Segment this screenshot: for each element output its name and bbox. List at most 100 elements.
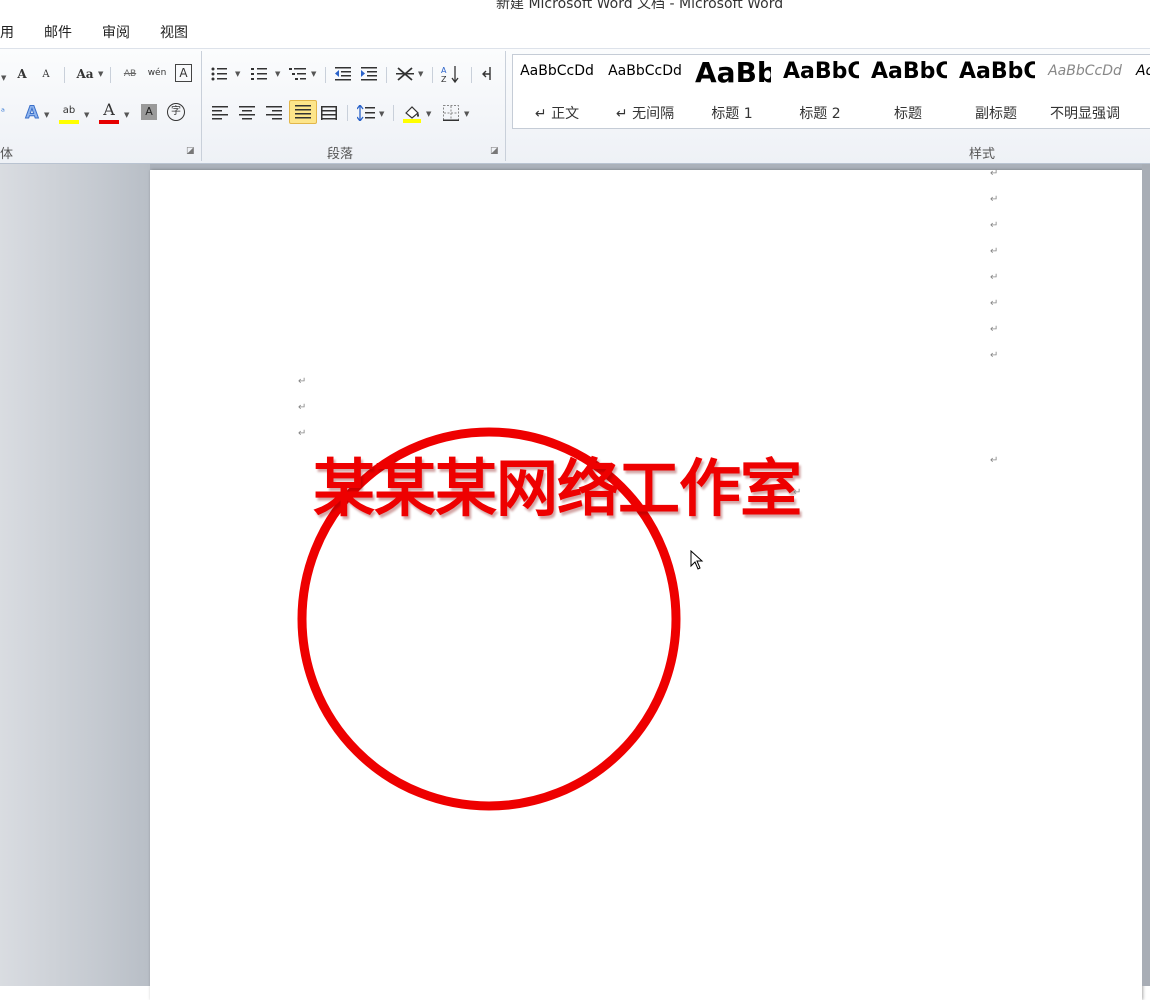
style-preview: AaBb (695, 56, 771, 89)
chinese-layout-dropdown-arrow[interactable]: ▼ (418, 70, 423, 78)
separator (471, 67, 472, 83)
separator (110, 67, 111, 83)
text-effect-button[interactable]: A (22, 103, 42, 124)
borders-dropdown-arrow[interactable]: ▼ (464, 110, 469, 118)
style-name: ↵ 无间隔 (615, 106, 675, 122)
styles-gallery: AaBbCcDd ↵ 正文 AaBbCcDd ↵ 无间隔 AaBb 标题 1 A… (512, 54, 1150, 129)
shrink-font-button[interactable]: A (38, 65, 54, 85)
increase-indent-icon[interactable] (361, 67, 377, 81)
align-center-icon[interactable] (239, 106, 255, 120)
paragraph-mark: ↵ (793, 487, 802, 498)
chinese-layout-icon[interactable] (396, 66, 414, 82)
bullets-icon[interactable] (211, 67, 227, 81)
enclose-char-button[interactable]: 字 (167, 103, 185, 121)
paragraph-mark: ↵ (990, 246, 999, 257)
right-edge (1142, 164, 1150, 986)
separator (393, 105, 394, 121)
style-normal[interactable]: AaBbCcDd ↵ 正文 (513, 55, 601, 128)
style-preview: AaBbCcDd (608, 63, 682, 79)
style-name: 标题 2 (799, 106, 841, 122)
paragraph-mark: ↵ (990, 272, 999, 283)
text-effect-dropdown-arrow[interactable]: ▼ (44, 111, 49, 119)
styles-group-label: 样式 (969, 147, 996, 162)
title-bar: 新建 Microsoft Word 文档 - Microsoft Word (0, 0, 1150, 12)
separator (347, 105, 348, 121)
style-subtle-emphasis[interactable]: AaBbCcDd 不明显强调 (1041, 55, 1129, 128)
tab-references[interactable]: 用 (0, 22, 14, 42)
show-marks-icon[interactable] (481, 66, 495, 82)
style-heading-2[interactable]: AaBbC 标题 2 (781, 55, 859, 128)
font-color-button[interactable]: A (98, 100, 120, 120)
style-heading-1[interactable]: AaBb 标题 1 (693, 55, 771, 128)
paragraph-mark: ↵ (298, 376, 307, 387)
paragraph-mark: ↵ (990, 324, 999, 335)
style-name: 副标题 (975, 106, 1017, 122)
tab-review[interactable]: 审阅 (102, 22, 130, 42)
style-title[interactable]: AaBbC 标题 (869, 55, 947, 128)
highlight-dropdown-arrow[interactable]: ▼ (84, 111, 89, 119)
document-page[interactable]: ↵ ↵ ↵ ↵ ↵ ↵ ↵ ↵ ↵ ↵ ↵ ↵ 某某某网络工作室 ↵ (150, 168, 1142, 1000)
partial-icon[interactable]: ᵃ (0, 103, 6, 123)
tab-view[interactable]: 视图 (160, 22, 188, 42)
multilevel-dropdown-arrow[interactable]: ▼ (311, 70, 316, 78)
highlight-button[interactable]: ab (58, 101, 80, 121)
line-spacing-icon[interactable] (357, 105, 375, 121)
mouse-cursor-icon (690, 550, 704, 570)
align-right-icon[interactable] (266, 106, 282, 120)
paragraph-dialog-launcher[interactable]: ◪ (490, 146, 499, 156)
line-spacing-dropdown-arrow[interactable]: ▼ (379, 110, 384, 118)
separator (386, 67, 387, 83)
style-preview: AaBbC (959, 59, 1035, 84)
style-name: 标题 1 (711, 106, 753, 122)
style-subtitle[interactable]: AaBbC 副标题 (957, 55, 1035, 128)
shading-dropdown-arrow[interactable]: ▼ (426, 110, 431, 118)
multilevel-list-icon[interactable] (289, 67, 307, 82)
style-preview: AaBbC (783, 59, 859, 84)
char-border-button[interactable]: A (175, 64, 192, 82)
numbering-dropdown-arrow[interactable]: ▼ (275, 70, 280, 78)
stamp-text[interactable]: 某某某网络工作室 (313, 438, 802, 528)
change-case-dropdown-arrow[interactable]: ▼ (98, 70, 103, 78)
font-color-dropdown-arrow[interactable]: ▼ (124, 111, 129, 119)
sort-icon[interactable]: A Z (441, 64, 461, 84)
grow-font-button[interactable]: A (13, 64, 31, 84)
paragraph-mark: ↵ (990, 455, 999, 466)
separator (325, 67, 326, 83)
style-no-spacing[interactable]: AaBbCcDd ↵ 无间隔 (601, 55, 689, 128)
phonetic-guide-button[interactable]: wén (146, 63, 168, 83)
style-name: 不明显强调 (1050, 106, 1120, 122)
font-dialog-launcher[interactable]: ◪ (186, 146, 195, 156)
char-shading-button[interactable]: A (141, 104, 157, 120)
style-more[interactable]: Ac (1133, 55, 1150, 128)
font-group-label-text: 字体 (0, 147, 14, 162)
numbering-icon[interactable] (251, 67, 267, 81)
separator (432, 67, 433, 83)
justify-button-active[interactable] (289, 100, 317, 124)
change-case-button[interactable]: Aa (74, 64, 96, 84)
tab-mailings[interactable]: 邮件 (44, 22, 72, 42)
paragraph-mark: ↵ (990, 168, 999, 179)
svg-text:A: A (441, 66, 447, 75)
paragraph-mark: ↵ (990, 298, 999, 309)
paragraph-mark: ↵ (990, 194, 999, 205)
font-group-label: 字体 (0, 143, 26, 162)
style-preview: AaBbCcDd (1048, 63, 1122, 79)
align-left-icon[interactable] (212, 106, 228, 120)
shading-icon[interactable] (402, 103, 422, 123)
borders-icon[interactable] (443, 105, 459, 121)
clear-format-button[interactable]: AB (120, 64, 140, 84)
font-size-dropdown-arrow[interactable]: ▼ (1, 74, 6, 82)
distributed-icon[interactable] (321, 106, 337, 120)
style-preview: AaBbCcDd (520, 63, 594, 79)
document-workspace: ↵ ↵ ↵ ↵ ↵ ↵ ↵ ↵ ↵ ↵ ↵ ↵ 某某某网络工作室 ↵ (0, 164, 1150, 1000)
bullets-dropdown-arrow[interactable]: ▼ (235, 70, 240, 78)
group-separator (201, 51, 202, 161)
paragraph-mark: ↵ (990, 350, 999, 361)
window-title: 新建 Microsoft Word 文档 - Microsoft Word (496, 0, 784, 12)
decrease-indent-icon[interactable] (335, 67, 351, 81)
paragraph-mark: ↵ (298, 402, 307, 413)
style-name: ↵ 正文 (534, 106, 580, 122)
ribbon-tabs: 用 邮件 审阅 视图 (0, 12, 1150, 48)
highlight-color-bar (59, 120, 79, 124)
style-preview: Ac (1136, 63, 1150, 79)
